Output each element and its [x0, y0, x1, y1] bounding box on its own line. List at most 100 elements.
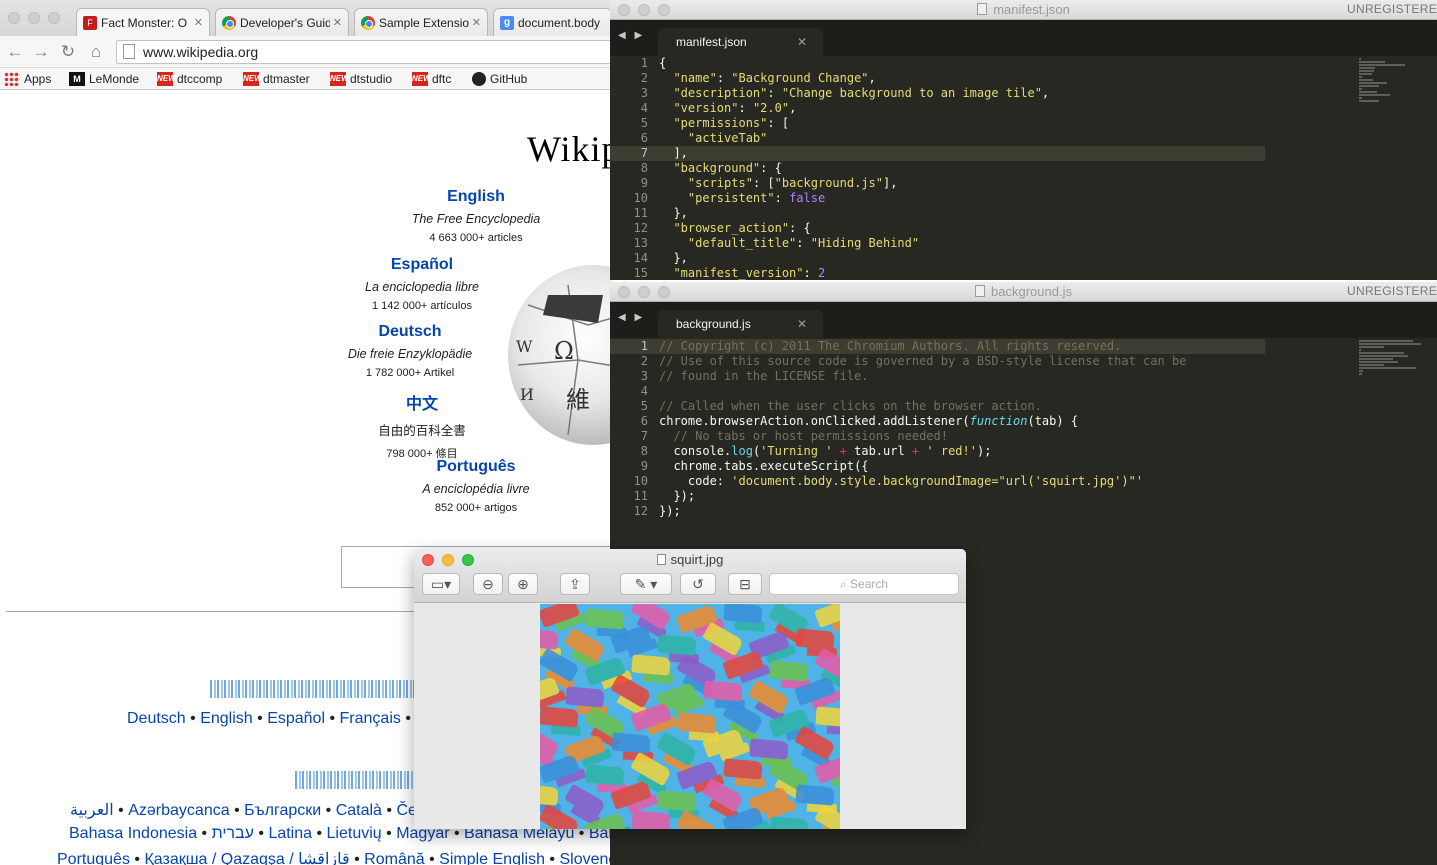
- forward-arrow-icon[interactable]: →: [30, 42, 52, 62]
- language-link[interactable]: Latina: [268, 825, 312, 842]
- bookmarks-bar: Apps M LeMonde NEW dtccomp NEW dtmaster …: [0, 68, 612, 90]
- code-line[interactable]: 10 "persistent": false: [610, 191, 1250, 206]
- code-line[interactable]: 5 "permissions": [: [610, 116, 1250, 131]
- code-line[interactable]: 8 "background": {: [610, 161, 1250, 176]
- code-line[interactable]: 12});: [610, 504, 1250, 519]
- language-link[interactable]: Bahasa Indonesia: [69, 825, 197, 842]
- close-tab-icon[interactable]: ✕: [797, 28, 807, 56]
- share-icon[interactable]: ⇪: [560, 573, 590, 595]
- sidebar-toggle-icon[interactable]: ▭▾: [422, 573, 460, 595]
- browser-tab-sample-extension[interactable]: Sample Extensio ✕: [354, 8, 488, 36]
- code-line[interactable]: 6 chrome.browserAction.onClicked.addListe…: [610, 414, 1250, 429]
- language-link[interactable]: Français: [340, 710, 401, 727]
- water-pistol-shape: [702, 777, 744, 813]
- toolbox-icon[interactable]: ⊟: [728, 573, 762, 595]
- close-tab-icon[interactable]: ✕: [472, 16, 481, 29]
- code-line[interactable]: 9 chrome.tabs.executeScript({: [610, 459, 1250, 474]
- language-link[interactable]: Català: [336, 802, 382, 819]
- code-token: 2: [817, 266, 826, 280]
- code-line[interactable]: 4: [610, 384, 1250, 399]
- code-line[interactable]: 7 // No tabs or host permissions needed!: [610, 429, 1250, 444]
- close-tab-icon[interactable]: ✕: [797, 310, 807, 338]
- tab-nav-arrows-icon[interactable]: ◀ ▶: [618, 312, 645, 323]
- code-line[interactable]: 8 console.log('Turning ' + tab.url + ' r…: [610, 444, 1250, 459]
- language-link[interactable]: Lietuvių: [327, 825, 382, 842]
- language-link[interactable]: Română: [364, 851, 424, 865]
- code-line[interactable]: 1 // Copyright (c) 2011 The Chromium Auth…: [610, 339, 1265, 354]
- bookmark-github[interactable]: GitHub: [472, 71, 527, 87]
- zoom-window-button[interactable]: [48, 12, 60, 24]
- zoom-in-icon[interactable]: ⊕: [508, 573, 538, 595]
- water-pistol-shape: [565, 686, 605, 708]
- language-link[interactable]: Deutsch: [127, 710, 186, 727]
- minimap-line: [1359, 76, 1363, 78]
- minimap-line: [1359, 85, 1379, 87]
- minimap-line: [1359, 346, 1384, 348]
- code-line[interactable]: 7 ],: [610, 146, 1265, 161]
- language-link[interactable]: العربية: [70, 802, 114, 819]
- browser-tab-developers-guide[interactable]: Developer's Guid ✕: [215, 8, 349, 36]
- code-line[interactable]: 3 // found in the LICENSE file.: [610, 369, 1250, 384]
- code-line[interactable]: 11 });: [610, 489, 1250, 504]
- bookmark-apps[interactable]: Apps: [4, 71, 51, 87]
- language-link[interactable]: English: [200, 710, 252, 727]
- code-line[interactable]: 9 "scripts": ["background.js"],: [610, 176, 1250, 191]
- tab-nav-arrows-icon[interactable]: ◀ ▶: [618, 30, 645, 41]
- editor-tab-background[interactable]: background.js ✕: [658, 310, 823, 338]
- close-tab-icon[interactable]: ✕: [194, 16, 203, 29]
- minimap[interactable]: [1359, 340, 1437, 376]
- address-bar[interactable]: www.wikipedia.org: [116, 40, 612, 64]
- wiki-lang-portugues[interactable]: Português A enciclopédia livre 852 000+ …: [326, 458, 612, 514]
- code-line[interactable]: 6 "activeTab": [610, 131, 1250, 146]
- close-tab-icon[interactable]: ✕: [333, 16, 342, 29]
- language-link[interactable]: Português: [57, 851, 130, 865]
- code-line[interactable]: 1{: [610, 56, 1250, 71]
- window-title-wrap: manifest.json: [610, 2, 1437, 17]
- code-token: chrome.browserAction.onClicked.addListen…: [659, 414, 970, 428]
- rotate-icon[interactable]: ↺: [680, 573, 716, 595]
- browser-tab-fact-monster[interactable]: F Fact Monster: O ✕: [76, 8, 210, 36]
- line-number: 5: [640, 399, 648, 413]
- code-line[interactable]: 3 "description": "Change background to a…: [610, 86, 1250, 101]
- manifest-code-area[interactable]: 1{2 "name": "Background Change", 3 "descr…: [610, 56, 1350, 280]
- code-line[interactable]: 5 // Called when the user clicks on the b…: [610, 399, 1250, 414]
- bookmark-lemonde[interactable]: M LeMonde: [69, 71, 139, 87]
- language-link[interactable]: Azərbaycanca: [128, 802, 229, 819]
- code-line[interactable]: 12 "browser_action": {: [610, 221, 1250, 236]
- browser-tab-document-body[interactable]: g document.body: [493, 8, 612, 36]
- close-window-button[interactable]: [8, 12, 20, 24]
- bookmark-dtccomp[interactable]: NEW dtccomp: [157, 71, 222, 87]
- bookmark-dtmaster[interactable]: NEW dtmaster: [243, 71, 310, 87]
- code-line[interactable]: 14 },: [610, 251, 1250, 266]
- language-link[interactable]: Simple English: [439, 851, 545, 865]
- minimize-window-button[interactable]: [28, 12, 40, 24]
- wiki-lang-english[interactable]: English The Free Encyclopedia 4 663 000+…: [326, 188, 612, 244]
- water-pistol-shape: [540, 803, 580, 829]
- editor-tab-manifest[interactable]: manifest.json ✕: [658, 28, 823, 56]
- code-line[interactable]: 15 "manifest_version": 2: [610, 266, 1250, 280]
- language-link[interactable]: עברית: [212, 825, 254, 842]
- code-line[interactable]: 2 // Use of this source code is governed …: [610, 354, 1250, 369]
- preview-search-input[interactable]: ⌕ Search: [769, 573, 959, 595]
- code-line[interactable]: 13 "default_title": "Hiding Behind": [610, 236, 1250, 251]
- back-arrow-icon[interactable]: ←: [4, 42, 26, 62]
- bookmark-dtstudio[interactable]: NEW dtstudio: [330, 71, 392, 87]
- code-line[interactable]: 11 },: [610, 206, 1250, 221]
- zoom-out-icon[interactable]: ⊖: [473, 573, 503, 595]
- code-line[interactable]: 2 "name": "Background Change",: [610, 71, 1250, 86]
- language-link[interactable]: Slovenčin: [559, 851, 612, 865]
- code-line[interactable]: 10 code: 'document.body.style.background…: [610, 474, 1250, 489]
- minimap[interactable]: [1359, 58, 1437, 103]
- home-icon[interactable]: ⌂: [85, 42, 107, 62]
- language-link[interactable]: Қазақша / Qazaqşa / قازاقشا: [144, 851, 349, 865]
- language-link[interactable]: Български: [244, 802, 321, 819]
- bookmark-dftc[interactable]: NEW dftc: [412, 71, 451, 87]
- language-name[interactable]: Português: [326, 458, 612, 476]
- markup-pen-icon[interactable]: ✎ ▾: [620, 573, 672, 595]
- language-link[interactable]: Español: [267, 710, 325, 727]
- minimap-line: [1359, 349, 1361, 351]
- reload-icon[interactable]: ↻: [57, 42, 79, 62]
- language-name[interactable]: English: [326, 188, 612, 206]
- code-token: "manifest_version": [673, 266, 804, 280]
- code-line[interactable]: 4 "version": "2.0",: [610, 101, 1250, 116]
